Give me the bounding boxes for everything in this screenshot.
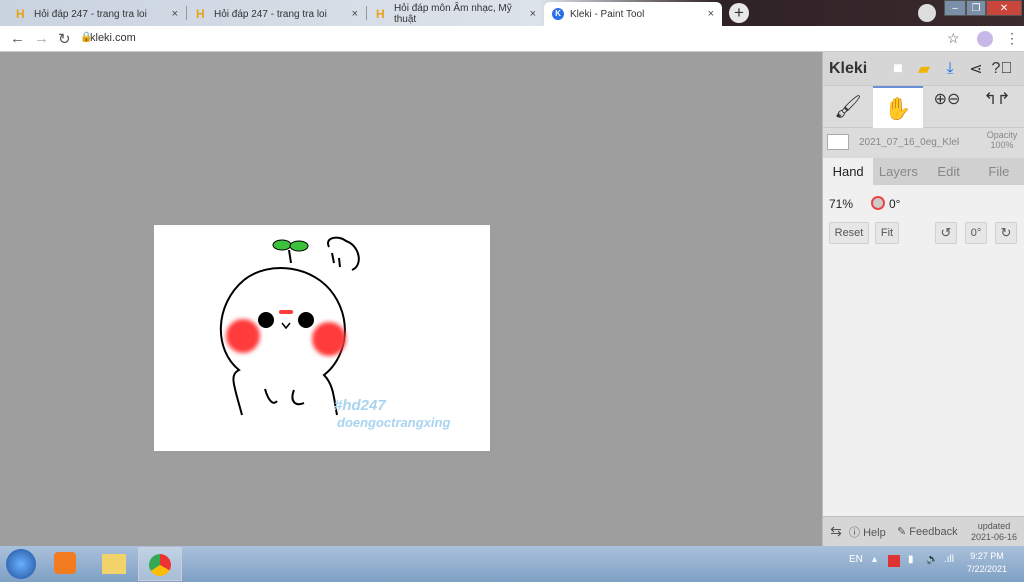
file-explorer-icon[interactable] <box>102 554 126 574</box>
url-input[interactable]: kleki.com <box>90 32 136 44</box>
back-icon[interactable]: ← <box>10 30 25 47</box>
rotation-reset-button[interactable]: 0° <box>965 222 987 244</box>
media-control-icon[interactable] <box>918 4 936 22</box>
watermark-line2: doengoctrangxing <box>337 415 451 430</box>
antivirus-icon[interactable] <box>888 555 900 567</box>
tool-row: 🖌 ✋ ⊕⊖ ↰↱ <box>823 86 1024 128</box>
tab-hand[interactable]: Hand <box>823 158 874 185</box>
tab-edit[interactable]: Edit <box>924 158 974 185</box>
hand-panel: 71% 0° Reset Fit ↺ 0° ↻ <box>823 185 1024 546</box>
panel-footer: ⇆ ⓘ Help ✎ Feedback updated 2021-06-16 <box>823 516 1024 546</box>
share-icon[interactable]: ⋖ <box>963 59 989 79</box>
feedback-button[interactable]: ✎ Feedback <box>897 525 967 538</box>
tab-title: Kleki - Paint Tool <box>570 8 645 20</box>
maximize-button[interactable]: ❐ <box>966 0 986 16</box>
clock[interactable]: 9:27 PM 7/22/2021 <box>962 550 1012 576</box>
chrome-taskbar-button[interactable] <box>138 547 182 581</box>
forward-icon[interactable]: → <box>34 30 49 47</box>
rotate-left-icon[interactable]: ↺ <box>935 222 957 244</box>
file-name: 2021_07_16_0eg_Kleki.png <box>859 137 959 148</box>
opacity-label: Opacity 100% <box>986 130 1018 150</box>
kleki-side-panel: Kleki ■ ▰ ⤓ ⋖ ?⃝ 🖌 ✋ ⊕⊖ ↰↱ 2021_07_16_0e… <box>822 52 1024 546</box>
profile-avatar[interactable] <box>977 31 993 47</box>
power-icon[interactable]: ▮ <box>908 554 914 565</box>
tab-bar: H Hỏi đáp 247 - trang tra loi × H Hỏi đáp 2… <box>0 0 1024 26</box>
tab-title: Hỏi đáp môn Âm nhạc, Mỹ thuật <box>393 3 512 25</box>
undo-redo-icon[interactable]: ↰↱ <box>973 86 1021 128</box>
zoom-in-out-icon[interactable]: ⊕⊖ <box>927 86 967 128</box>
updated-label: updated 2021-06-16 <box>970 520 1018 542</box>
drawing-canvas[interactable]: #hd247 doengoctrangxing <box>154 225 490 451</box>
chrome-icon <box>149 554 171 576</box>
watermark-line1: #hd247 <box>334 397 386 414</box>
network-icon[interactable]: .ıll <box>944 554 954 565</box>
open-folder-icon[interactable]: ▰ <box>911 59 937 79</box>
hoidap-favicon: H <box>376 7 385 21</box>
reset-button[interactable]: Reset <box>829 222 869 244</box>
tab-kleki[interactable]: K Kleki - Paint Tool × <box>544 2 722 26</box>
volume-icon[interactable]: 🔈 <box>926 554 938 565</box>
minimize-button[interactable]: – <box>944 0 966 16</box>
menu-kebab-icon[interactable]: ⋮ <box>1005 30 1019 47</box>
close-tab-icon[interactable]: × <box>708 8 714 20</box>
file-row: 2021_07_16_0eg_Kleki.png Opacity100% <box>823 128 1024 158</box>
new-tab-button[interactable]: + <box>729 3 749 23</box>
fit-button[interactable]: Fit <box>875 222 899 244</box>
hoidap-favicon: H <box>16 7 25 21</box>
tab-hoidap-2[interactable]: H Hỏi đáp 247 - trang tra loi × <box>188 2 366 26</box>
tab-hoidap-3[interactable]: H Hỏi đáp môn Âm nhạc, Mỹ thuật × <box>368 2 544 26</box>
rotation-value: 0° <box>889 197 901 211</box>
hoidap-favicon: H <box>196 7 205 21</box>
kleki-favicon: K <box>552 8 564 20</box>
tab-hoidap-1[interactable]: H Hỏi đáp 247 - trang tra loi × <box>8 2 186 26</box>
start-button[interactable] <box>6 549 36 579</box>
download-icon[interactable]: ⤓ <box>937 60 963 78</box>
tab-title: Hỏi đáp 247 - trang tra loi <box>34 8 147 20</box>
top-toolbar: Kleki ■ ▰ ⤓ ⋖ ?⃝ <box>823 52 1024 86</box>
zoom-value: 71% <box>829 197 854 211</box>
tab-file[interactable]: File <box>974 158 1024 185</box>
close-tab-icon[interactable]: × <box>352 8 358 20</box>
bookmark-star-icon[interactable]: ☆ <box>947 30 960 47</box>
tab-layers[interactable]: Layers <box>873 158 923 185</box>
close-tab-icon[interactable]: × <box>530 8 536 20</box>
panel-tabs: Hand Layers Edit File <box>823 158 1024 185</box>
close-tab-icon[interactable]: × <box>172 8 178 20</box>
address-bar-row: ← → ↻ 🔒 kleki.com ☆ ⋮ <box>0 26 1024 52</box>
language-indicator[interactable]: EN <box>849 554 863 565</box>
new-file-icon[interactable]: ■ <box>885 60 911 78</box>
windows-taskbar: EN ▴ ▮ 🔈 .ıll 9:27 PM 7/22/2021 <box>0 546 1024 582</box>
help-button[interactable]: ⓘ Help <box>849 524 897 540</box>
tray-expand-icon[interactable]: ▴ <box>872 554 877 565</box>
compass-icon[interactable] <box>871 196 885 210</box>
help-icon[interactable]: ?⃝ <box>989 60 1015 78</box>
layer-thumbnail <box>827 134 849 150</box>
kleki-logo[interactable]: Kleki <box>823 60 885 78</box>
close-window-button[interactable]: ✕ <box>986 0 1022 16</box>
tab-title: Hỏi đáp 247 - trang tra loi <box>214 8 327 20</box>
swap-side-icon[interactable]: ⇆ <box>823 523 849 540</box>
hand-tool-icon[interactable]: ✋ <box>873 86 923 128</box>
rotate-right-icon[interactable]: ↻ <box>995 222 1017 244</box>
reload-icon[interactable]: ↻ <box>58 30 71 48</box>
media-player-icon[interactable] <box>54 552 76 574</box>
brush-tool-icon[interactable]: 🖌 <box>823 86 873 128</box>
